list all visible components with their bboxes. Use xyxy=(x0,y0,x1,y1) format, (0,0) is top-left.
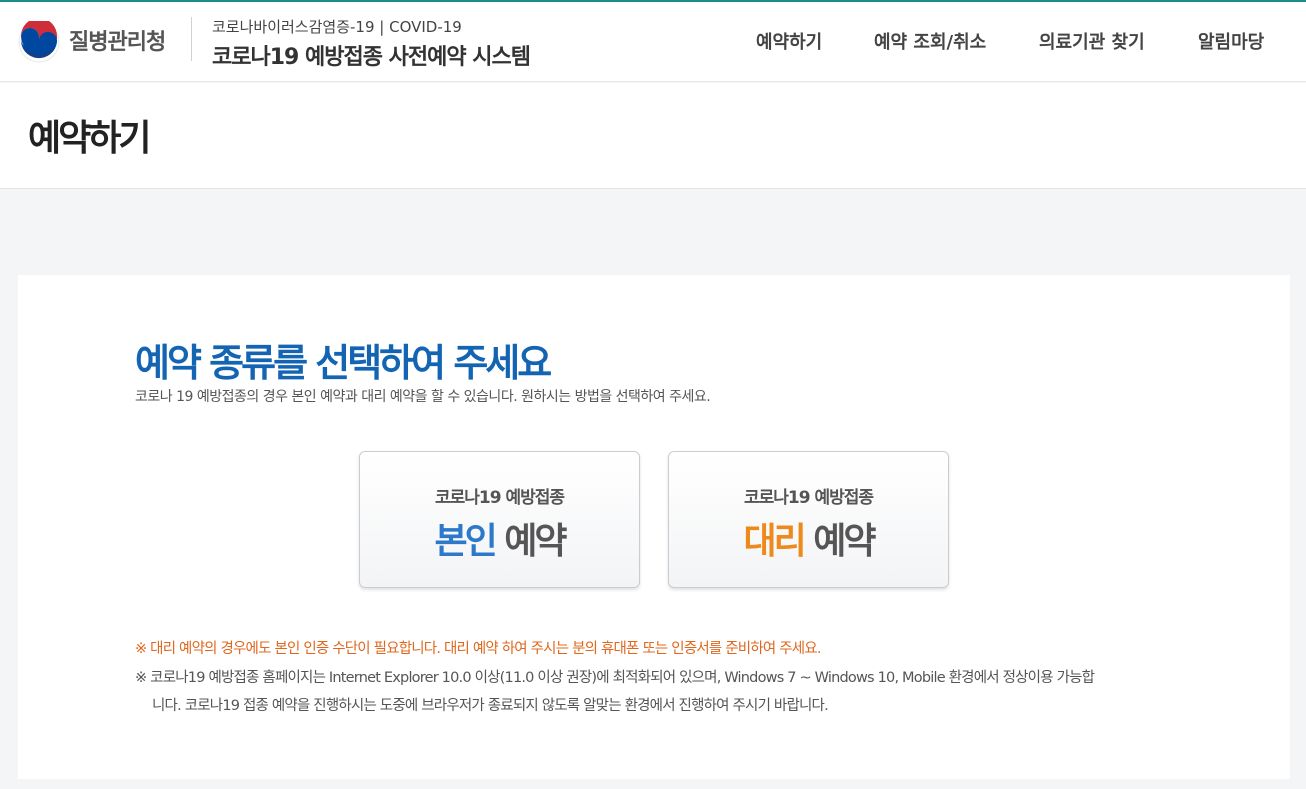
self-option-caption: 코로나19 예방접종 xyxy=(434,488,565,508)
page-header: 예약하기 xyxy=(0,83,1306,189)
browser-notice-line1: ※ 코로나19 예방접종 홈페이지는 Internet Explorer 10.… xyxy=(135,670,1095,686)
nav-lookup-cancel[interactable]: 예약 조회/취소 xyxy=(874,28,986,54)
nav-reserve[interactable]: 예약하기 xyxy=(756,28,822,54)
main-nav: 예약하기 예약 조회/취소 의료기관 찾기 알림마당 xyxy=(0,28,1306,54)
reservation-type-card: 예약 종류를 선택하여 주세요 코로나 19 예방접종의 경우 본인 예약과 대… xyxy=(18,275,1290,779)
select-type-description: 코로나 19 예방접종의 경우 본인 예약과 대리 예약을 할 수 있습니다. … xyxy=(135,389,711,405)
proxy-option-rest: 예약 xyxy=(813,521,876,562)
browser-notice-line2: 니다. 코로나19 접종 예약을 진행하시는 도중에 브라우저가 종료되지 않도… xyxy=(152,698,829,714)
select-type-heading: 예약 종류를 선택하여 주세요 xyxy=(135,341,552,385)
self-option-emphasis: 본인 xyxy=(434,521,497,562)
self-option-rest: 예약 xyxy=(504,521,567,562)
site-header: 질병관리청 코로나바이러스감염증-19 | COVID-19 코로나19 예방접… xyxy=(0,2,1306,82)
proxy-option-caption: 코로나19 예방접종 xyxy=(743,488,874,508)
self-option-label: 본인 예약 xyxy=(360,512,639,564)
self-reservation-button[interactable]: 코로나19 예방접종 본인 예약 xyxy=(359,451,640,588)
page-title: 예약하기 xyxy=(28,118,151,159)
nav-notice[interactable]: 알림마당 xyxy=(1198,28,1264,54)
nav-find-institution[interactable]: 의료기관 찾기 xyxy=(1039,28,1145,54)
proxy-option-emphasis: 대리 xyxy=(743,521,806,562)
proxy-option-label: 대리 예약 xyxy=(669,512,948,564)
proxy-reservation-button[interactable]: 코로나19 예방접종 대리 예약 xyxy=(668,451,949,588)
proxy-auth-notice: ※ 대리 예약의 경우에도 본인 인증 수단이 필요합니다. 대리 예약 하여 … xyxy=(135,641,821,657)
